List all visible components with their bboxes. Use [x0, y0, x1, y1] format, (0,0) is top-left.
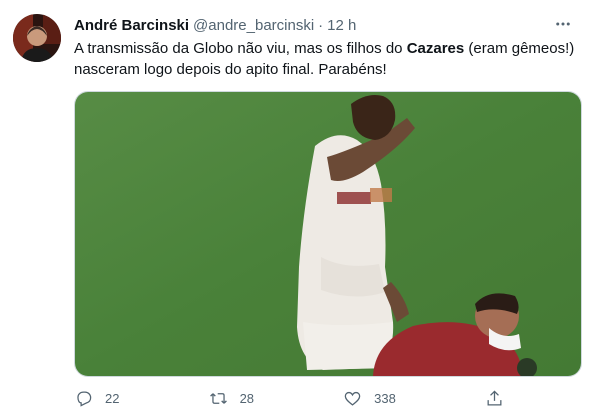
retweet-button[interactable]: 28: [209, 389, 254, 408]
tweet-time[interactable]: 12 h: [327, 17, 356, 34]
tweet-header: André Barcinski @andre_barcinski · 12 h: [74, 14, 575, 36]
author-name[interactable]: André Barcinski: [74, 17, 189, 34]
author-handle[interactable]: @andre_barcinski: [193, 17, 314, 34]
like-button[interactable]: 338: [343, 389, 396, 408]
tweet-text-part1: A transmissão da Globo não viu, mas os f…: [74, 40, 407, 57]
tweet-text-mention: Cazares: [406, 40, 465, 57]
share-button[interactable]: [485, 389, 504, 408]
reply-icon: [77, 391, 92, 407]
tweet-text: A transmissão da Globo não viu, mas os f…: [74, 38, 579, 80]
more-icon[interactable]: [551, 12, 575, 36]
heart-icon: [344, 391, 361, 406]
avatar[interactable]: [13, 14, 61, 62]
retweet-icon: [209, 392, 227, 404]
reply-button[interactable]: 22: [74, 389, 119, 408]
share-icon: [487, 389, 502, 405]
reply-count: 22: [105, 390, 120, 406]
action-bar: 22 28 338: [74, 386, 504, 410]
separator-dot: ·: [318, 16, 324, 34]
like-count: 338: [374, 390, 396, 406]
tweet-media-image[interactable]: [74, 91, 582, 377]
soccer-photo: [75, 92, 581, 376]
avatar-image: [13, 14, 61, 62]
tweet-card: André Barcinski @andre_barcinski · 12 h …: [0, 0, 595, 415]
retweet-count: 28: [239, 390, 255, 406]
more-icon-graphic: [556, 22, 570, 26]
